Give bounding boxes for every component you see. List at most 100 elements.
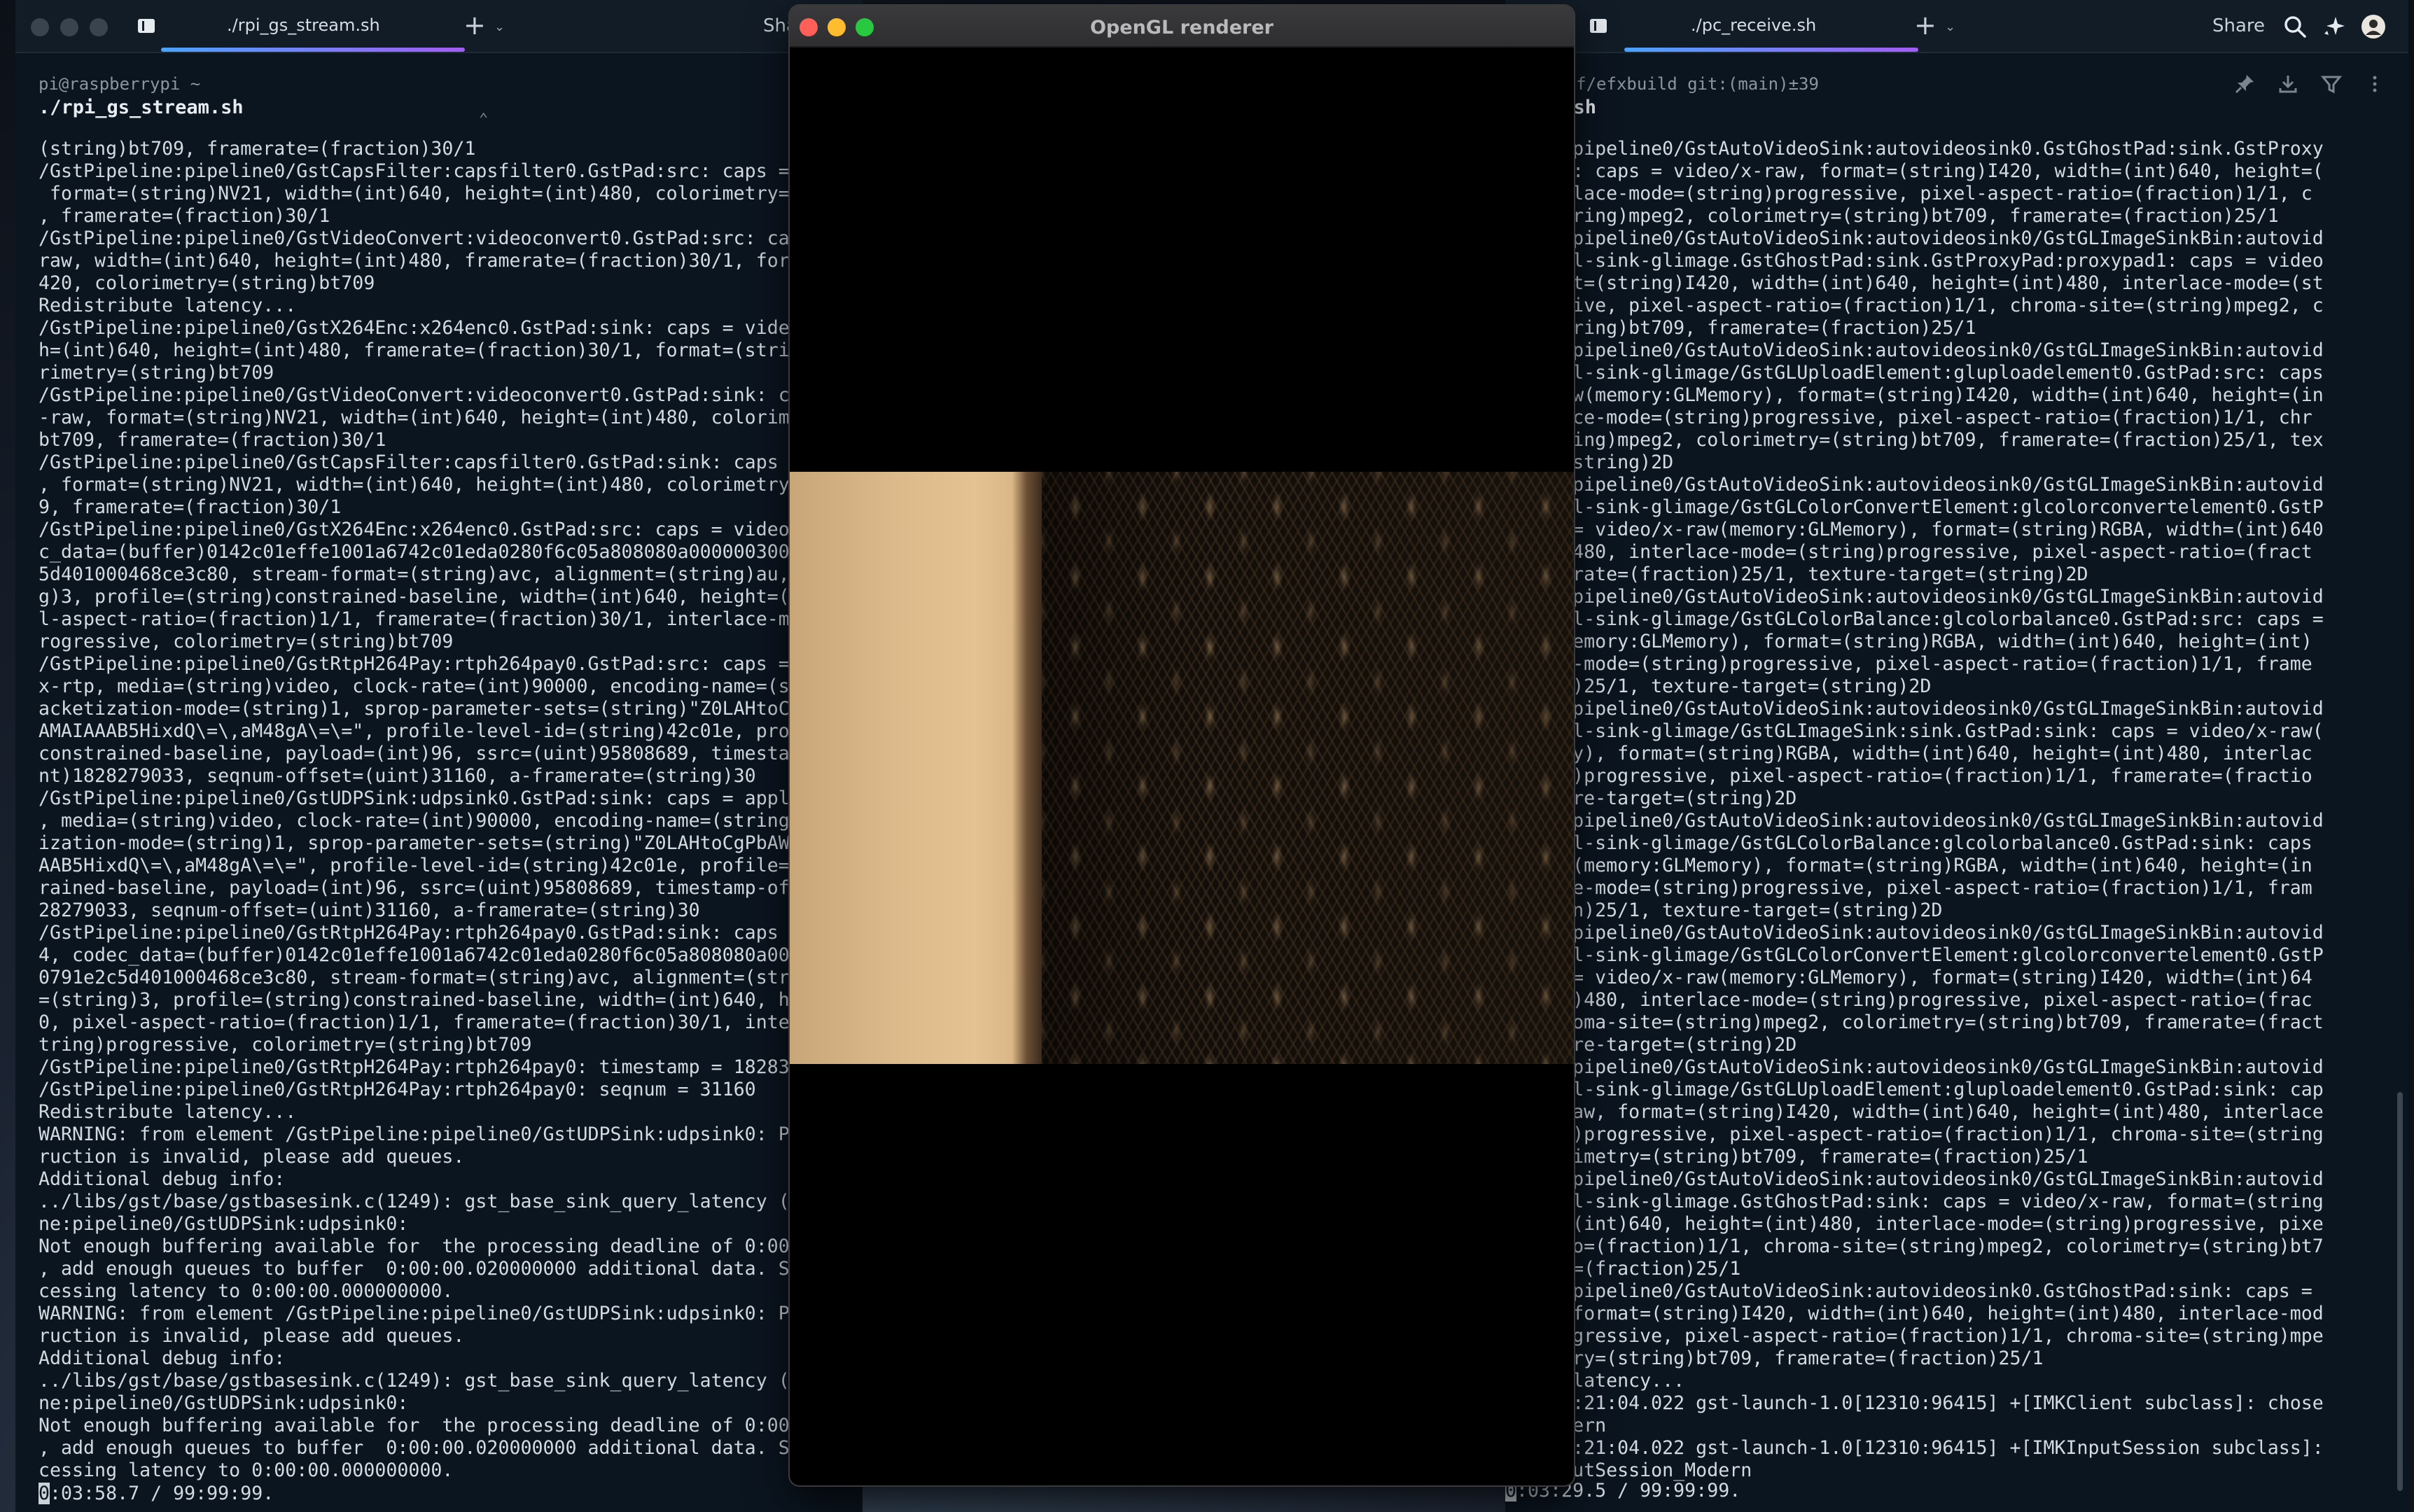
- log-line: ../libs/gst/base/gstbasesink.c(1249): gs…: [39, 1370, 790, 1392]
- tab-bar: ./pc_receive.sh + ⌄ Share: [1505, 0, 2408, 53]
- log-line: 0791e2c5d401000468ce3c80, stream-format=…: [39, 967, 790, 988]
- tab-bar: ./rpi_gs_stream.sh + ⌄ Sha: [15, 0, 863, 53]
- log-line: ng)progressive, pixel-aspect-ratio=(frac…: [1505, 1325, 2324, 1347]
- video-region-skin: [790, 472, 1021, 1064]
- log-line: ruction is invalid, please add queues.: [39, 1146, 465, 1168]
- window-titlebar[interactable]: OpenGL renderer: [790, 6, 1574, 48]
- log-line: rained-baseline, payload=(int)96, ssrc=(…: [39, 877, 790, 899]
- more-icon[interactable]: [2364, 73, 2386, 95]
- log-line: -actual-sink-glimage/GstGLColorBalance:g…: [1505, 608, 2324, 630]
- log-line: ization-mode=(string)1, sprop-parameter-…: [39, 832, 790, 854]
- log-line: raction)25/1, texture-target=(string)2D: [1505, 899, 1943, 921]
- tab-title[interactable]: ./pc_receive.sh: [1691, 15, 1816, 35]
- log-line: 0, pixel-aspect-ratio=(fraction)1/1, fra…: [39, 1011, 790, 1033]
- block-toolbar: [2233, 73, 2386, 95]
- log-line: Not enough buffering available for the p…: [39, 1415, 790, 1436]
- log-line: ruction is invalid, please add queues.: [39, 1325, 465, 1347]
- log-line: eline:pipeline0/GstAutoVideoSink:autovid…: [1505, 810, 2324, 832]
- log-line: =(string)3, profile=(string)constrained-…: [39, 989, 790, 1011]
- log-line: -actual-sink-glimage/GstGLColorConvertEl…: [1505, 944, 2324, 966]
- log-line: format=(string)NV21, width=(int)640, hei…: [39, 183, 790, 204]
- download-icon[interactable]: [2277, 73, 2299, 95]
- log-line: -raw(memory:GLMemory), format=(string)RG…: [1505, 631, 2312, 652]
- terminal-tab-icon: [1588, 15, 1609, 36]
- log-line: 1, chroma-site=(string)mpeg2, colorimetr…: [1505, 1011, 2324, 1033]
- log-line: Additional debug info:: [39, 1168, 286, 1190]
- terminal-tab-icon: [136, 15, 157, 36]
- log-line: nt)1828279033, seqnum-offset=(uint)31160…: [39, 765, 756, 787]
- log-line: ne:pipeline0/GstUDPSink:udpsink0:: [39, 1392, 409, 1414]
- log-line: WARNING: from element /GstPipeline:pipel…: [39, 1303, 790, 1324]
- active-tab-indicator: [161, 48, 465, 52]
- chevron-down-icon[interactable]: ⌄: [1945, 20, 1955, 34]
- log-line: eline:pipeline0/GstAutoVideoSink:autovid…: [1505, 474, 2324, 496]
- log-line: interlace-mode=(string)progressive, pixe…: [1505, 183, 2312, 204]
- log-line: ry=(string)bt709, framerate=(fraction)25…: [1505, 317, 1976, 339]
- log-line: , framerate=(fraction)30/1: [39, 205, 330, 227]
- log-line: -actual-sink-glimage.GstGhostPad:sink: c…: [1505, 1191, 2324, 1212]
- close-button[interactable]: [31, 18, 49, 36]
- ai-sparkle-icon[interactable]: [2322, 14, 2347, 39]
- opengl-renderer-window[interactable]: OpenGL renderer: [790, 6, 1574, 1485]
- log-line: , format=(string)NV21, width=(int)640, h…: [39, 474, 790, 496]
- log-line: xypad0: caps = video/x-raw, format=(stri…: [1505, 160, 2324, 182]
- log-line: cessing latency to 0:00:00.000000000.: [39, 1280, 454, 1302]
- log-line: /GstPipeline:pipeline0/GstRtpH264Pay:rtp…: [39, 653, 790, 675]
- log-line: , media=(string)video, clock-rate=(int)9…: [39, 810, 790, 832]
- log-line: 4, codec_data=(buffer)0142c01effe1001a67…: [39, 944, 790, 966]
- pin-icon[interactable]: [2233, 73, 2256, 95]
- terminal-window-right[interactable]: ./pc_receive.sh + ⌄ Share e/doc/ef/efxbu…: [1505, 0, 2408, 1512]
- scrollbar[interactable]: [2397, 1092, 2403, 1491]
- terminal-output: eline:pipeline0/GstAutoVideoSink:autovid…: [1505, 138, 2324, 1482]
- log-line: string)progressive, pixel-aspect-ratio=(…: [1505, 1124, 2324, 1145]
- avatar[interactable]: [2361, 14, 2386, 39]
- search-icon[interactable]: [2282, 14, 2308, 39]
- log-line: /GstPipeline:pipeline0/GstVideoConvert:v…: [39, 227, 790, 249]
- log-line: WARNING: from element /GstPipeline:pipel…: [39, 1124, 790, 1145]
- log-line: /GstPipeline:pipeline0/GstRtpH264Pay:rtp…: [39, 1079, 756, 1100]
- log-line: Not enough buffering available for the p…: [39, 1236, 790, 1257]
- log-line: ibute latency...: [1505, 1370, 1685, 1392]
- log-line: Redistribute latency...: [39, 295, 297, 316]
- log-line: ../libs/gst/base/gstbasesink.c(1249): gs…: [39, 1191, 790, 1212]
- log-line: eline:pipeline0/GstAutoVideoSink:autovid…: [1505, 340, 2324, 361]
- log-line: rimetry=(string)bt709: [39, 362, 274, 384]
- log-line: eline:pipeline0/GstAutoVideoSink:autovid…: [1505, 1056, 2324, 1078]
- log-line: -actual-sink-glimage/GstGLColorConvertEl…: [1505, 496, 2324, 518]
- log-line: /GstPipeline:pipeline0/GstCapsFilter:cap…: [39, 160, 790, 182]
- log-line: -raw, format=(string)NV21, width=(int)64…: [39, 407, 790, 428]
- window-title: OpenGL renderer: [1089, 17, 1274, 38]
- chevron-down-icon[interactable]: ⌄: [494, 20, 505, 34]
- active-tab-indicator: [1624, 48, 1918, 52]
- log-line: c_data=(buffer)0142c01effe1001a6742c01ed…: [39, 541, 790, 563]
- log-line: -actual-sink-glimage/GstGLColorBalance:g…: [1505, 832, 2312, 854]
- share-button[interactable]: Share: [2212, 15, 2265, 36]
- filter-icon[interactable]: [2320, 73, 2343, 95]
- log-line: o/x-raw(memory:GLMemory), format=(string…: [1505, 384, 2324, 406]
- log-line: l-aspect-ratio=(fraction)1/1, framerate=…: [39, 608, 790, 630]
- log-line: string)progressive, pixel-aspect-ratio=(…: [1505, 765, 2312, 787]
- log-line: IMKInputSession_Modern: [1505, 1460, 1752, 1481]
- log-line: rogressive, colorimetry=(string)bt709: [39, 631, 454, 652]
- terminal-window-left[interactable]: ./rpi_gs_stream.sh + ⌄ Sha pi@raspberryp…: [15, 0, 863, 1512]
- minimize-button[interactable]: [60, 18, 78, 36]
- log-line: -02 19:21:04.022 gst-launch-1.0[12310:96…: [1505, 1437, 2324, 1459]
- log-line: /x-raw(memory:GLMemory), format=(string)…: [1505, 855, 2312, 876]
- chevron-up-icon[interactable]: ⌃: [479, 111, 488, 128]
- window-controls[interactable]: [31, 18, 108, 36]
- log-line: colorimetry=(string)bt709, framerate=(fr…: [1505, 1146, 2088, 1168]
- log-line: AMAIAAAB5HixdQ\=\,aM48gA\=\=", profile-l…: [39, 720, 790, 742]
- plus-icon[interactable]: +: [1914, 11, 1937, 39]
- log-line: /GstPipeline:pipeline0/GstVideoConvert:v…: [39, 384, 790, 406]
- prompt-block: pi@raspberrypi ~ ./rpi_gs_stream.sh ⌃: [15, 53, 863, 130]
- log-line: t=(int)480, interlace-mode=(string)progr…: [1505, 989, 2312, 1011]
- zoom-button[interactable]: [90, 18, 108, 36]
- log-line: action)25/1, texture-target=(string)2D: [1505, 676, 1932, 697]
- status-time: :03:58.7 / 99:99:99.: [50, 1483, 274, 1504]
- log-line: Additional debug info:: [39, 1348, 286, 1369]
- log-line: x-rtp, media=(string)video, clock-rate=(…: [39, 676, 790, 697]
- log-line: te=(string)mpeg2, colorimetry=(string)bt…: [1505, 205, 2279, 227]
- log-line: /GstPipeline:pipeline0/GstX264Enc:x264en…: [39, 317, 790, 339]
- tab-title[interactable]: ./rpi_gs_stream.sh: [227, 15, 380, 35]
- plus-icon[interactable]: +: [463, 11, 486, 39]
